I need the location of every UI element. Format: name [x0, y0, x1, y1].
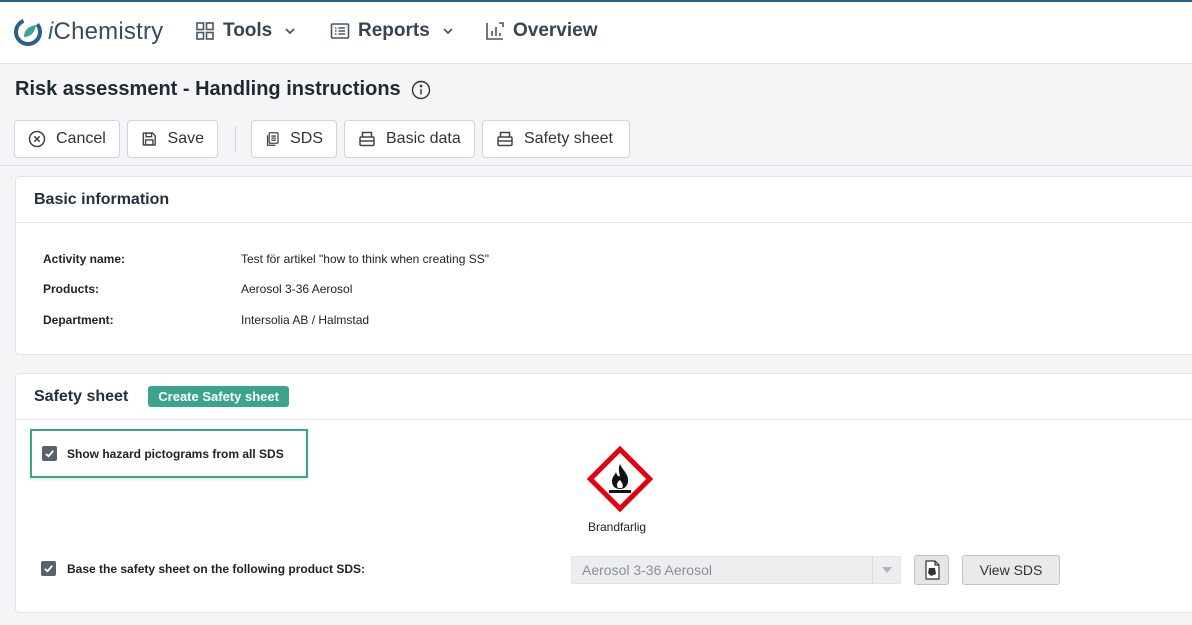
- chevron-down-icon: [285, 28, 295, 35]
- info-row-products: Products: Aerosol 3-36 Aerosol: [43, 282, 352, 296]
- report-list-icon: [330, 23, 350, 39]
- activity-name-label: Activity name:: [43, 252, 126, 266]
- flame-icon: [586, 445, 654, 513]
- basic-data-button[interactable]: Basic data: [344, 120, 475, 158]
- open-sds-file-button[interactable]: [914, 555, 949, 585]
- basic-data-label: Basic data: [386, 130, 461, 147]
- checkmark-icon: [45, 450, 54, 458]
- show-pictograms-label: Show hazard pictograms from all SDS: [67, 446, 284, 461]
- info-row-department: Department: Intersolia AB / Halmstad: [43, 313, 369, 327]
- page-title: Risk assessment - Handling instructions: [15, 78, 401, 100]
- document-hazard-icon: [924, 560, 940, 580]
- grid-icon: [196, 22, 214, 40]
- products-value: Aerosol 3-36 Aerosol: [241, 282, 353, 296]
- toolbar-divider: [235, 126, 236, 152]
- save-label: Save: [167, 130, 204, 147]
- nav-tools-label: Tools: [223, 20, 273, 41]
- safety-sheet-button[interactable]: Safety sheet: [482, 120, 630, 158]
- activity-name-value: Test för artikel "how to think when crea…: [241, 252, 489, 266]
- pictogram-label: Brandfarlig: [588, 520, 647, 534]
- toolbar-divider-line: [0, 165, 1192, 166]
- checkmark-icon: [44, 565, 53, 573]
- cancel-label: Cancel: [56, 130, 106, 147]
- product-sds-select[interactable]: Aerosol 3-36 Aerosol: [571, 556, 901, 584]
- nav-reports[interactable]: Reports: [330, 20, 454, 42]
- info-icon[interactable]: [411, 80, 431, 100]
- nav-overview[interactable]: Overview: [485, 20, 598, 42]
- print-card-icon: [497, 131, 513, 147]
- brand-logo[interactable]: iChemistry: [14, 18, 163, 46]
- show-pictograms-checkbox[interactable]: [42, 446, 57, 461]
- nav-reports-label: Reports: [358, 20, 430, 41]
- sds-label: SDS: [290, 130, 323, 147]
- cancel-button[interactable]: Cancel: [14, 120, 120, 158]
- chevron-down-icon: [443, 28, 453, 35]
- safety-sheet-title: Safety sheet: [34, 387, 129, 405]
- basic-information-panel: Basic information Activity name: Test fö…: [15, 176, 1192, 355]
- sds-button[interactable]: SDS: [251, 120, 337, 158]
- save-button[interactable]: Save: [127, 120, 218, 158]
- safety-sheet-label: Safety sheet: [524, 130, 613, 147]
- department-label: Department:: [43, 313, 114, 327]
- view-sds-button[interactable]: View SDS: [962, 555, 1060, 585]
- basic-information-title: Basic information: [34, 190, 170, 208]
- base-on-sds-checkbox[interactable]: [41, 561, 56, 576]
- products-label: Products:: [43, 282, 100, 296]
- leaf-logo-icon: [14, 18, 42, 46]
- show-hazard-pictograms-option: Show hazard pictograms from all SDS: [30, 429, 308, 478]
- department-value: Intersolia AB / Halmstad: [241, 313, 370, 327]
- dropdown-arrow-icon: [872, 557, 900, 583]
- info-row-activity: Activity name: Test för artikel "how to …: [43, 252, 489, 266]
- bar-chart-icon: [486, 22, 504, 40]
- floppy-disk-icon: [142, 132, 156, 146]
- basic-information-header: Basic information: [16, 177, 1192, 223]
- close-circle-icon: [28, 130, 46, 148]
- nav-tools[interactable]: Tools: [195, 20, 296, 42]
- page-title-row: Risk assessment - Handling instructions: [15, 78, 431, 101]
- documents-icon: [266, 132, 279, 146]
- nav-overview-label: Overview: [513, 20, 598, 41]
- selected-product: Aerosol 3-36 Aerosol: [582, 562, 712, 578]
- brand-name: iChemistry: [48, 18, 164, 45]
- safety-sheet-header: Safety sheet Create Safety sheet: [16, 374, 1192, 420]
- top-navigation-bar: iChemistry Tools Reports Overview: [0, 0, 1192, 64]
- print-card-icon: [359, 131, 375, 147]
- create-safety-sheet-button[interactable]: Create Safety sheet: [148, 386, 289, 407]
- base-on-sds-label: Base the safety sheet on the following p…: [67, 561, 366, 576]
- base-on-sds-option: Base the safety sheet on the following p…: [41, 561, 365, 576]
